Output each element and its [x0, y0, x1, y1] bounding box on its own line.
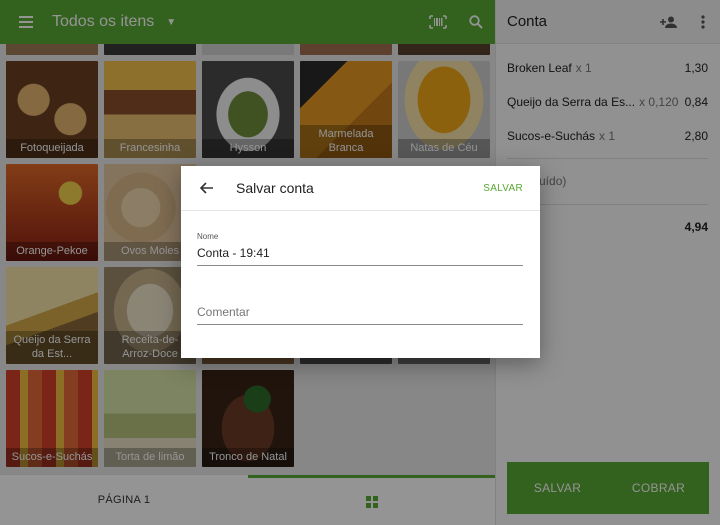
name-input[interactable]: Conta - 19:41 [197, 246, 523, 266]
dialog-title: Salvar conta [236, 180, 314, 196]
save-bill-dialog: Salvar conta SALVAR Nome Conta - 19:41 C… [181, 166, 540, 358]
comment-input[interactable]: Comentar [197, 305, 523, 325]
dialog-save-button[interactable]: SALVAR [483, 183, 523, 194]
name-field-label: Nome [197, 232, 219, 241]
dialog-header: Salvar conta SALVAR [181, 166, 540, 211]
arrow-back-icon[interactable] [181, 166, 231, 211]
comment-field[interactable]: Comentar [197, 305, 523, 325]
name-field[interactable]: Nome Conta - 19:41 [197, 232, 523, 266]
